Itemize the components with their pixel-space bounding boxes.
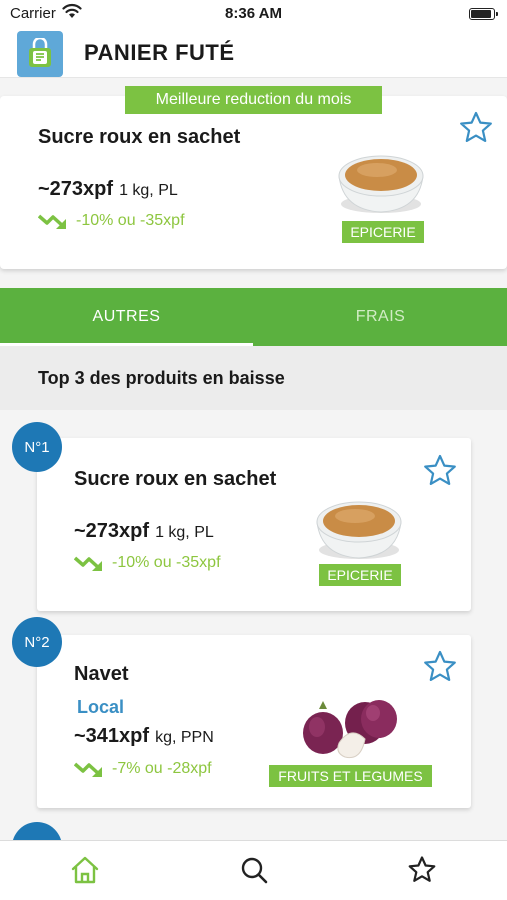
star-icon[interactable] <box>407 855 437 885</box>
tab-autres[interactable]: AUTRES <box>0 288 253 346</box>
search-icon[interactable] <box>239 855 269 885</box>
product-price: ~341xpf <box>74 725 150 747</box>
status-time: 8:36 AM <box>225 5 282 22</box>
turnips-image <box>303 700 397 759</box>
price-line: ~341xpf kg, PPN <box>74 725 214 748</box>
product-name: Navet <box>74 663 129 685</box>
price-trend: -10% ou -35xpf <box>74 553 221 573</box>
rank-badge: N°1 <box>12 422 62 472</box>
price-trend: -7% ou -28xpf <box>74 759 212 779</box>
ranked-product-card[interactable]: Sucre roux en sachet ~273xpf 1 kg, PL -10… <box>37 438 471 611</box>
category-badge[interactable]: FRUITS ET LEGUMES <box>269 765 432 787</box>
featured-product-card[interactable]: Sucre roux en sachet ~273xpf 1 kg, PL -10… <box>0 96 507 269</box>
price-trend: -10% ou -35xpf <box>38 211 185 231</box>
basket-icon <box>17 31 63 77</box>
trend-text: -7% ou -28xpf <box>112 760 212 777</box>
trend-down-icon <box>38 214 66 229</box>
home-icon[interactable] <box>70 855 100 885</box>
best-reduction-banner: Meilleure reduction du mois <box>125 86 382 114</box>
product-unit: 1 kg, PL <box>119 182 178 199</box>
brown-sugar-image <box>316 501 402 559</box>
app-header: PANIER FUTÉ <box>0 28 507 78</box>
bottom-nav <box>0 840 507 900</box>
status-bar: Carrier 8:36 AM <box>0 0 507 28</box>
product-price: ~273xpf <box>74 520 150 542</box>
product-unit: 1 kg, PL <box>155 524 214 541</box>
category-tabs: AUTRES FRAIS <box>0 288 507 346</box>
favorite-star-icon[interactable] <box>458 110 494 146</box>
battery-icon <box>469 8 498 20</box>
trend-text: -10% ou -35xpf <box>112 554 221 571</box>
product-price: ~273xpf <box>38 178 114 200</box>
product-unit: kg, PPN <box>155 729 214 746</box>
section-header: Top 3 des produits en baisse <box>0 346 507 410</box>
trend-text: -10% ou -35xpf <box>76 212 185 229</box>
price-line: ~273xpf 1 kg, PL <box>38 178 178 201</box>
brown-sugar-image <box>338 155 424 213</box>
product-name: Sucre roux en sachet <box>38 126 241 148</box>
tab-frais[interactable]: FRAIS <box>254 288 507 346</box>
favorite-star-icon[interactable] <box>422 453 458 489</box>
battery-level <box>471 10 491 18</box>
category-badge[interactable]: EPICERIE <box>319 564 401 586</box>
rank-badge: N°2 <box>12 617 62 667</box>
section-title: Top 3 des produits en baisse <box>38 368 285 388</box>
origin-label: Local <box>77 697 125 717</box>
category-badge[interactable]: EPICERIE <box>342 221 424 243</box>
app-title: PANIER FUTÉ <box>84 40 235 65</box>
ranked-product-card[interactable]: Navet Local ~341xpf kg, PPN -7% ou -28xpf… <box>37 635 471 808</box>
favorite-star-icon[interactable] <box>422 649 458 685</box>
price-line: ~273xpf 1 kg, PL <box>74 520 214 543</box>
trend-down-icon <box>74 762 102 777</box>
trend-down-icon <box>74 556 102 571</box>
product-name: Sucre roux en sachet <box>74 468 277 490</box>
